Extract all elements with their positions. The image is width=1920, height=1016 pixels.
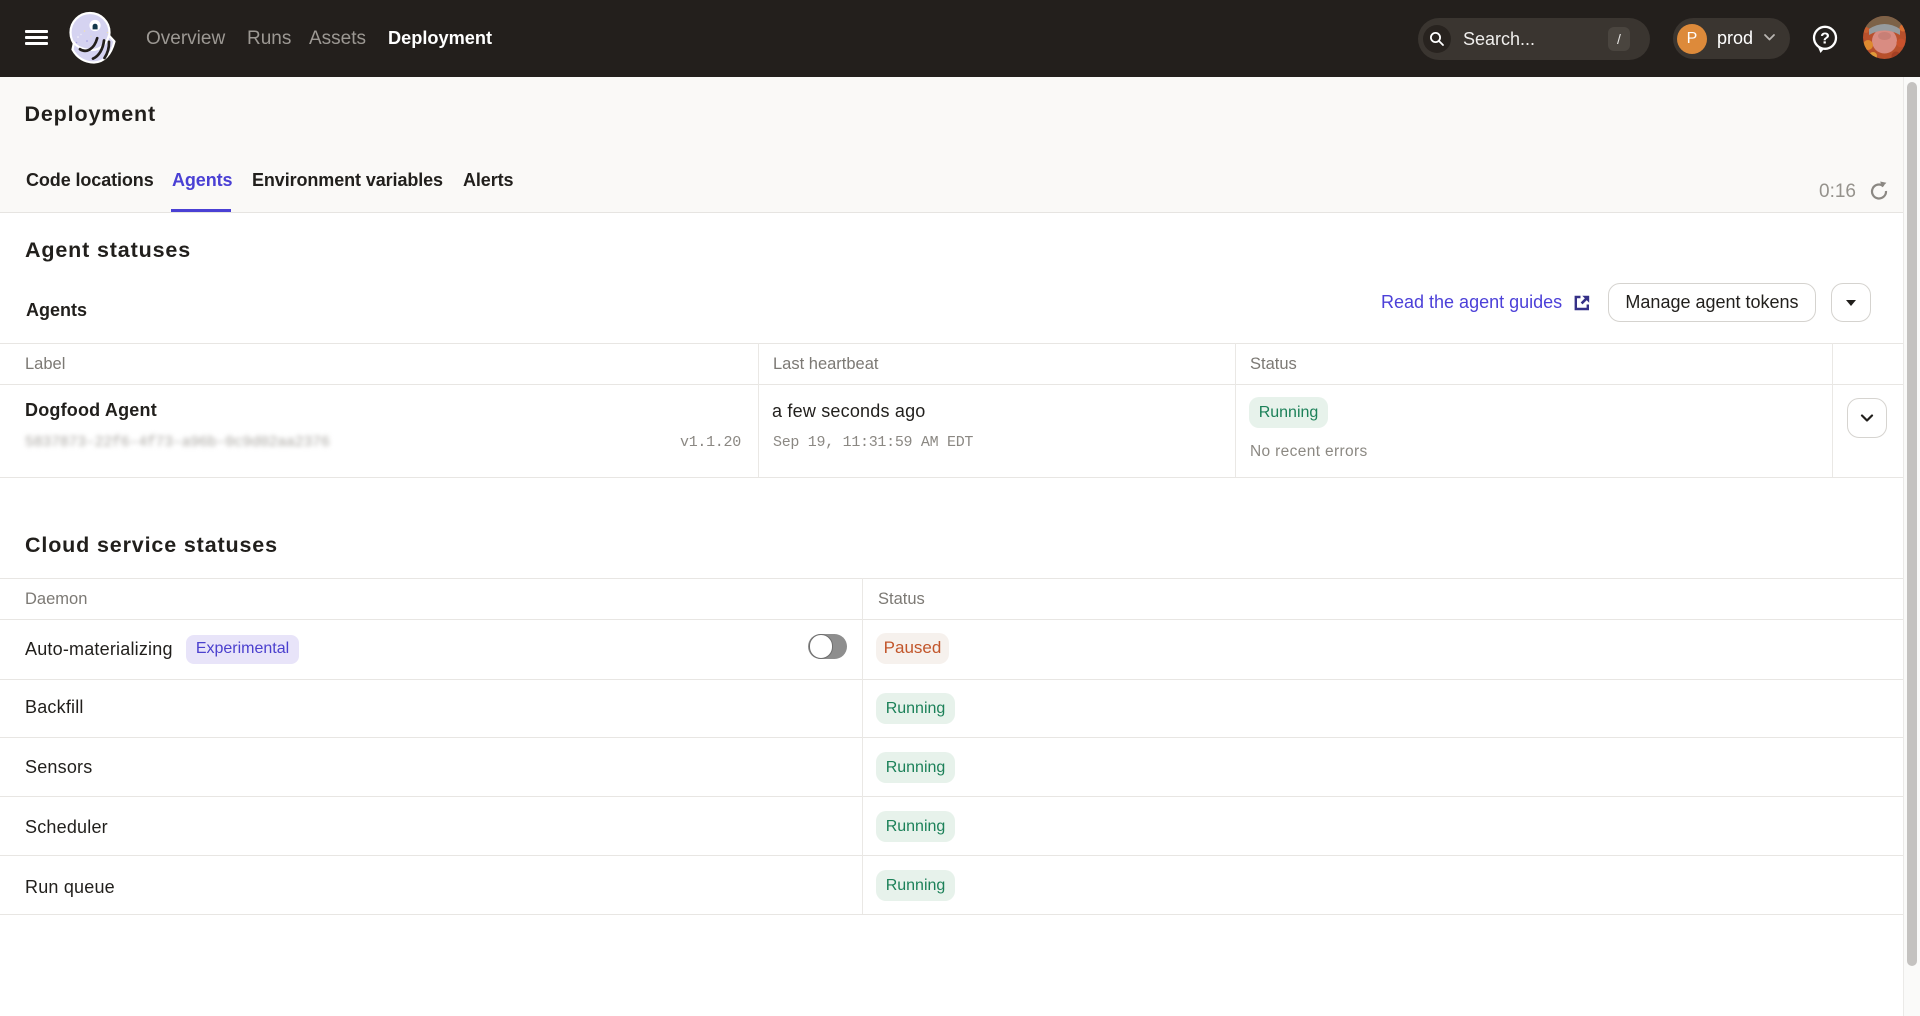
svg-text:?: ? — [1820, 31, 1830, 48]
